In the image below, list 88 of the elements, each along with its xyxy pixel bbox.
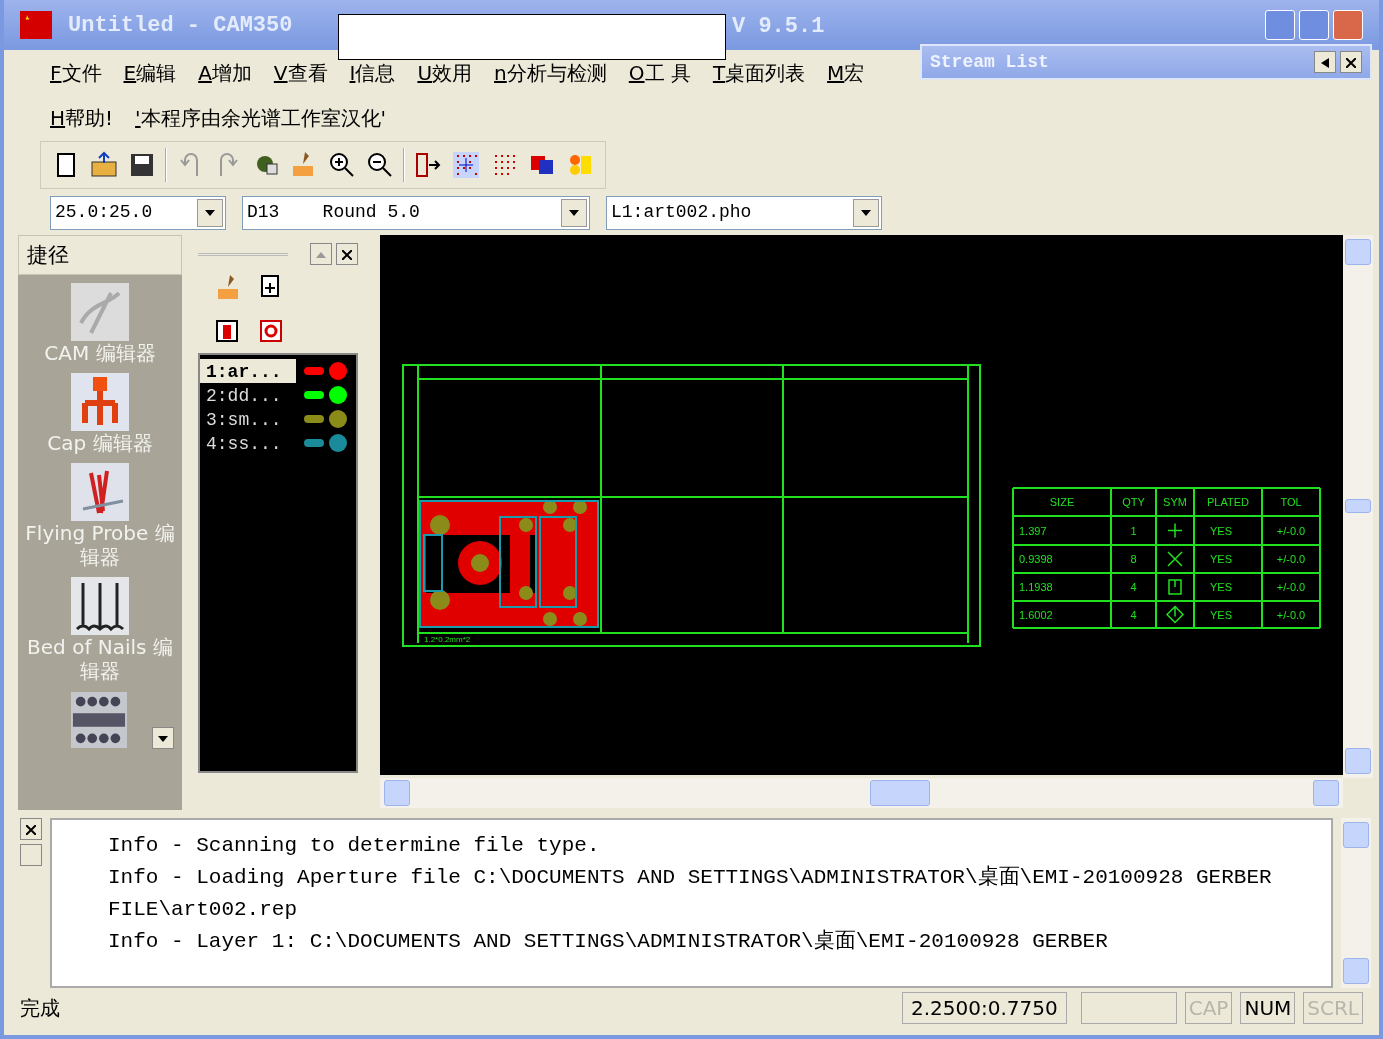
maximize-button[interactable]	[1299, 10, 1329, 40]
log-line: Info - Layer 1: C:\DOCUMENTS AND SETTINGS\ADMINISTRATOR\桌面\EMI-20100928 GERBER	[108, 928, 1109, 955]
menu-item[interactable]: E编辑	[123, 57, 177, 88]
plus-symbol-icon	[1167, 522, 1183, 539]
layer-color-swatch[interactable]	[304, 385, 348, 405]
left-arrow-icon	[1321, 57, 1329, 68]
layer-item[interactable]: 3:sm...	[200, 407, 296, 431]
minimize-button[interactable]	[1265, 10, 1295, 40]
close-button[interactable]	[1340, 51, 1362, 73]
table-cell: +/-0.0	[1276, 524, 1306, 537]
log-line: Info - Loading Aperture file C:\DOCUMENTS AND SETTINGS\ADMINISTRATOR\桌面\EMI-20100928 GERBER FILE\art002.rep	[108, 864, 1273, 923]
grid-icon[interactable]	[451, 150, 481, 180]
combo-value: D13 Round 5.0	[246, 201, 421, 224]
menu-item[interactable]: M宏	[827, 57, 865, 88]
fixture-icon[interactable]	[71, 691, 127, 749]
stream-list-title: Stream List	[930, 50, 1049, 74]
open-folder-icon[interactable]	[89, 150, 119, 180]
square-symbol-icon	[1168, 579, 1182, 595]
log-line: Info - Scanning to determine file type.	[108, 833, 601, 859]
diamond-symbol-icon	[1166, 605, 1185, 624]
close-icon	[342, 249, 352, 260]
table-cell: 8	[1130, 553, 1137, 565]
scroll-thumb[interactable]	[870, 779, 930, 806]
table-cell: 1.6002	[1019, 608, 1053, 621]
combo-box[interactable]: L1:art002.pho	[606, 195, 882, 230]
table-cell: YES	[1210, 581, 1232, 593]
close-icon	[1346, 57, 1356, 68]
menu-item[interactable]: U效用	[417, 57, 473, 88]
close-button[interactable]	[336, 243, 358, 265]
table-cell: 1	[1130, 524, 1137, 537]
menu-item[interactable]: H帮助!	[50, 102, 114, 133]
menu-item[interactable]: F文件	[50, 57, 102, 88]
dropdown-arrow-icon	[569, 209, 579, 216]
table-cell: +/-0.0	[1276, 581, 1306, 593]
menu-item[interactable]: T桌面列表	[712, 57, 806, 88]
menu-item[interactable]: V查看	[273, 57, 328, 88]
table-cell: YES	[1210, 553, 1232, 565]
menu-item[interactable]: I信息	[349, 57, 396, 88]
combo-box[interactable]: 25.0:25.0	[50, 195, 226, 230]
table-cell: 1.397	[1019, 524, 1047, 537]
cap-editor-icon[interactable]	[71, 373, 129, 431]
layer-item[interactable]: 4:ss...	[200, 431, 296, 455]
menu-item[interactable]: n分析与检测	[494, 57, 607, 88]
close-button[interactable]	[20, 818, 42, 840]
status-text: 完成	[20, 995, 60, 1022]
column-header: TOL	[1280, 496, 1302, 508]
layer-item[interactable]: 2:dd...	[200, 383, 296, 407]
table-cell: 4	[1130, 581, 1137, 593]
scroll-down-button[interactable]	[152, 727, 174, 749]
scroll-thumb[interactable]	[1345, 499, 1371, 514]
dropdown-button[interactable]	[561, 198, 587, 227]
shortcuts-header: 捷径	[18, 235, 182, 275]
cross-symbol-icon	[1167, 551, 1183, 567]
table-cell: +/-0.0	[1276, 553, 1306, 565]
layer-item[interactable]: 1:ar...	[200, 359, 296, 383]
up-arrow-icon	[316, 251, 326, 258]
combo-box[interactable]: D13 Round 5.0	[242, 195, 590, 230]
dropdown-button[interactable]	[197, 198, 223, 227]
combo-value: L1:art002.pho	[610, 201, 753, 224]
combo-value: 25.0:25.0	[54, 201, 154, 224]
column-header: SYM	[1163, 496, 1187, 508]
dropdown-arrow-icon	[861, 209, 871, 216]
menu-item[interactable]: '本程序由余光谱工作室汉化'	[135, 102, 387, 133]
close-icon	[26, 824, 36, 835]
collapse-button[interactable]	[1314, 51, 1336, 73]
table-cell: YES	[1210, 608, 1232, 621]
menu-item[interactable]: A增加	[198, 57, 252, 88]
menu-item[interactable]: O工 具	[628, 57, 691, 88]
column-header: QTY	[1122, 496, 1145, 508]
window-title: Untitled - CAM350	[68, 11, 293, 40]
flag-icon	[20, 11, 52, 39]
version-label: V 9.5.1	[732, 13, 825, 41]
board-label: 1.2*0.2mm*2	[424, 635, 471, 644]
layer-color-swatch[interactable]	[304, 361, 348, 381]
layer-color-swatch[interactable]	[304, 433, 348, 453]
column-header: SIZE	[1049, 496, 1075, 508]
dropdown-arrow-icon	[205, 209, 215, 216]
down-arrow-icon	[158, 735, 168, 742]
coordinates-readout: 2.2500:0.7750	[902, 992, 1067, 1024]
layer-color-swatch[interactable]	[304, 409, 348, 429]
dropdown-button[interactable]	[853, 198, 879, 227]
column-header: PLATED	[1207, 496, 1249, 508]
table-cell: 1.1938	[1019, 581, 1053, 593]
table-cell: 0.9398	[1019, 553, 1053, 565]
table-cell: YES	[1210, 524, 1232, 537]
table-cell: +/-0.0	[1276, 608, 1306, 621]
table-cell: 4	[1130, 608, 1137, 621]
status-indicator: NUM	[1240, 992, 1296, 1024]
